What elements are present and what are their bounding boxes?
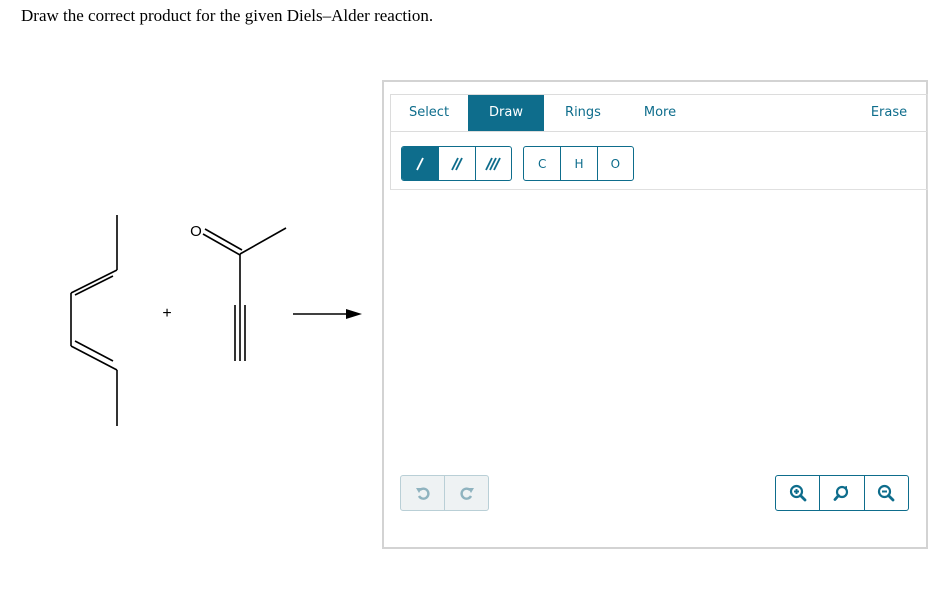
- tab-rings[interactable]: Rings: [545, 95, 621, 131]
- dienophile-structure: [202, 227, 287, 361]
- double-bond-icon: [451, 157, 463, 170]
- zoom-reset-button[interactable]: [819, 476, 863, 510]
- zoom-out-button[interactable]: [863, 476, 908, 510]
- undo-icon: [415, 487, 430, 500]
- single-bond-button[interactable]: [402, 147, 439, 180]
- redo-icon: [459, 487, 474, 500]
- zoom-out-icon: [878, 484, 895, 502]
- double-bond-button[interactable]: [438, 147, 474, 180]
- single-bond-icon: [416, 157, 424, 170]
- atom-o-button[interactable]: O: [596, 147, 633, 180]
- triple-bond-icon: [485, 157, 502, 170]
- triple-bond-button[interactable]: [474, 147, 511, 180]
- tab-select[interactable]: Select: [391, 95, 467, 131]
- history-controls: [400, 475, 489, 511]
- zoom-controls: [775, 475, 909, 511]
- editor-toolbar: Select Draw Rings More Erase C H O: [390, 94, 928, 190]
- erase-button[interactable]: Erase: [859, 95, 919, 131]
- zoom-reset-icon: [833, 485, 849, 501]
- redo-button[interactable]: [444, 476, 488, 510]
- tab-more[interactable]: More: [622, 95, 698, 131]
- tab-draw[interactable]: Draw: [468, 95, 544, 131]
- plus-sign: +: [162, 305, 171, 322]
- editor-tabs: Select Draw Rings More Erase: [391, 95, 927, 132]
- diene-structure: [70, 215, 118, 426]
- atom-tool-group: C H O: [523, 146, 634, 181]
- molecule-editor: Select Draw Rings More Erase C H O: [382, 80, 928, 549]
- atom-c-button[interactable]: C: [524, 147, 560, 180]
- drawing-canvas[interactable]: [390, 190, 928, 470]
- reaction-scheme: + O: [70, 215, 362, 426]
- atom-h-button[interactable]: H: [560, 147, 596, 180]
- reaction-arrow: [293, 309, 362, 319]
- undo-button[interactable]: [401, 476, 444, 510]
- bond-tool-group: [401, 146, 512, 181]
- oxygen-atom-label: O: [190, 223, 202, 240]
- zoom-in-button[interactable]: [776, 476, 819, 510]
- zoom-in-icon: [789, 484, 807, 502]
